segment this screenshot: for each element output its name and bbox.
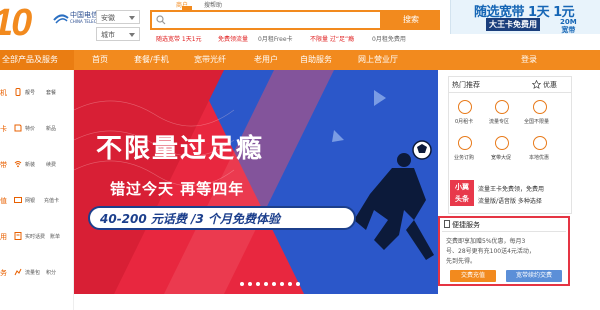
service-text: 交费即享加赠5%优惠，每月3 bbox=[446, 238, 526, 245]
search-input[interactable] bbox=[150, 10, 382, 30]
service-text: 号、28号更有充100送4元活动， bbox=[446, 248, 535, 255]
divider bbox=[448, 92, 572, 93]
nav-item-online-hall[interactable]: 网上营业厅 bbox=[358, 54, 398, 65]
category-link[interactable]: 实时话费 bbox=[25, 233, 45, 240]
carousel-dot[interactable] bbox=[296, 282, 300, 286]
wallet-icon bbox=[14, 197, 22, 203]
shortcut-label[interactable]: 本地优惠 bbox=[529, 154, 549, 161]
tab-deals[interactable]: 优惠 bbox=[543, 80, 557, 90]
promo-badge: 20M 宽带 bbox=[560, 18, 577, 34]
order-icon[interactable] bbox=[458, 136, 472, 150]
shortcut-label[interactable]: 流量专区 bbox=[489, 118, 509, 125]
data-traffic-icon bbox=[14, 268, 22, 276]
search-tab-help[interactable]: 搜帮助 bbox=[204, 0, 222, 9]
carousel-dot[interactable] bbox=[256, 282, 260, 286]
category-link[interactable]: 账单 bbox=[50, 233, 60, 240]
category-link[interactable]: 新装 bbox=[25, 161, 35, 168]
hot-word-link[interactable]: 不限量 过“足”瘾 bbox=[310, 34, 354, 43]
category-link[interactable]: 充值卡 bbox=[44, 197, 59, 204]
sim-card-icon[interactable] bbox=[458, 100, 472, 114]
carousel-dot[interactable] bbox=[240, 282, 244, 286]
category-link[interactable]: 网银 bbox=[25, 197, 35, 204]
category-link[interactable]: 积分 bbox=[46, 269, 56, 276]
category-head-recharge[interactable]: 值 bbox=[0, 196, 7, 206]
nav-item-self-service[interactable]: 自助服务 bbox=[300, 54, 332, 65]
quick-service-title: 便捷服务 bbox=[452, 221, 480, 229]
carousel-dot[interactable] bbox=[272, 282, 276, 286]
hot-word-link[interactable]: 免费领流量 bbox=[218, 34, 248, 43]
promo-badge-type: 宽带 bbox=[561, 26, 576, 34]
category-head-card[interactable]: 卡 bbox=[0, 124, 7, 134]
china-telecom-logo-icon bbox=[53, 14, 69, 24]
site-logo[interactable]: 10 bbox=[0, 2, 32, 45]
nav-login-link[interactable]: 登录 bbox=[521, 54, 537, 65]
category-head-usage[interactable]: 用 bbox=[0, 232, 7, 242]
page: 10 中国电信 CHINA TELECOM 安徽 城市 商户 搜帮助 搜索 随选… bbox=[0, 0, 600, 310]
chevron-down-icon bbox=[129, 16, 135, 20]
local-offers-icon[interactable] bbox=[533, 136, 547, 150]
data-traffic-icon[interactable] bbox=[495, 100, 509, 114]
carousel-dot[interactable] bbox=[264, 282, 268, 286]
hot-word-link[interactable]: 0月租Free卡 bbox=[258, 34, 293, 43]
tab-hot-recommend[interactable]: 热门推荐 bbox=[452, 80, 480, 90]
promo-subline: 大王卡免费用 bbox=[486, 18, 540, 31]
shortcut-label[interactable]: 全国不限量 bbox=[524, 118, 549, 125]
category-link[interactable]: 特价 bbox=[25, 125, 35, 132]
shortcut-label[interactable]: 0月租卡 bbox=[455, 118, 473, 125]
category-link[interactable]: 新品 bbox=[46, 125, 56, 132]
unlimited-icon[interactable] bbox=[533, 100, 547, 114]
search-button[interactable]: 搜索 bbox=[382, 10, 440, 30]
category-link[interactable]: 套餐 bbox=[46, 89, 56, 96]
category-link[interactable]: 靓号 bbox=[25, 89, 35, 96]
category-head-services[interactable]: 务 bbox=[0, 268, 7, 278]
divider bbox=[442, 231, 566, 232]
wifi-icon bbox=[14, 161, 22, 168]
broadband-renew-button[interactable]: 宽带续约交费 bbox=[506, 270, 562, 282]
news-badge: 小翼 头条 bbox=[450, 180, 474, 206]
promo-badge-speed: 20M bbox=[560, 18, 577, 26]
news-link[interactable]: 流量版/语音版 多种选择 bbox=[478, 196, 542, 205]
service-text: 先到先得。 bbox=[446, 258, 477, 265]
city-select[interactable]: 城市 bbox=[96, 27, 140, 41]
shortcut-label[interactable]: 业务订购 bbox=[454, 154, 474, 161]
carousel-dot[interactable] bbox=[248, 282, 252, 286]
nav-item-home[interactable]: 首页 bbox=[92, 54, 108, 65]
banner-title: 不限量过足瘾 bbox=[96, 134, 265, 164]
category-link[interactable]: 续费 bbox=[46, 161, 56, 168]
phone-icon bbox=[15, 88, 21, 96]
news-link[interactable]: 流量王卡免费领，免费用 bbox=[478, 184, 544, 193]
star-icon bbox=[532, 80, 541, 89]
province-select[interactable]: 安徽 bbox=[96, 10, 140, 24]
category-link[interactable]: 流量包 bbox=[25, 269, 40, 276]
nav-item-broadband[interactable]: 宽带光纤 bbox=[194, 54, 226, 65]
chevron-down-icon bbox=[129, 33, 135, 37]
sim-card-icon bbox=[14, 124, 22, 132]
carousel-dot[interactable] bbox=[280, 282, 284, 286]
broadband-icon[interactable] bbox=[495, 136, 509, 150]
banner-offer-text: 40-200 元话费 /3 个月免费体验 bbox=[100, 212, 280, 226]
all-products-label[interactable]: 全部产品及服务 bbox=[2, 54, 58, 65]
hot-word-link[interactable]: 随选宽带 1天1元 bbox=[156, 34, 202, 43]
carousel-dot[interactable] bbox=[288, 282, 292, 286]
nav-item-existing-users[interactable]: 老用户 bbox=[254, 54, 278, 65]
province-value: 安徽 bbox=[101, 14, 115, 22]
news-badge-line: 小翼 bbox=[455, 183, 469, 191]
banner-subtitle: 错过今天 再等四年 bbox=[110, 180, 245, 198]
bill-icon bbox=[14, 232, 22, 240]
pay-recharge-button[interactable]: 交费充值 bbox=[450, 270, 496, 282]
nav-item-plans[interactable]: 套餐/手机 bbox=[134, 54, 169, 65]
search-icon bbox=[156, 15, 166, 25]
hot-word-link[interactable]: 0月租免费用 bbox=[372, 34, 406, 43]
category-head-phone[interactable]: 机 bbox=[0, 88, 7, 98]
news-badge-line: 头条 bbox=[455, 195, 469, 203]
doc-icon bbox=[444, 220, 450, 228]
shortcut-label[interactable]: 宽带大促 bbox=[491, 154, 511, 161]
city-value: 城市 bbox=[101, 31, 115, 39]
category-head-broadband[interactable]: 带 bbox=[0, 160, 7, 170]
